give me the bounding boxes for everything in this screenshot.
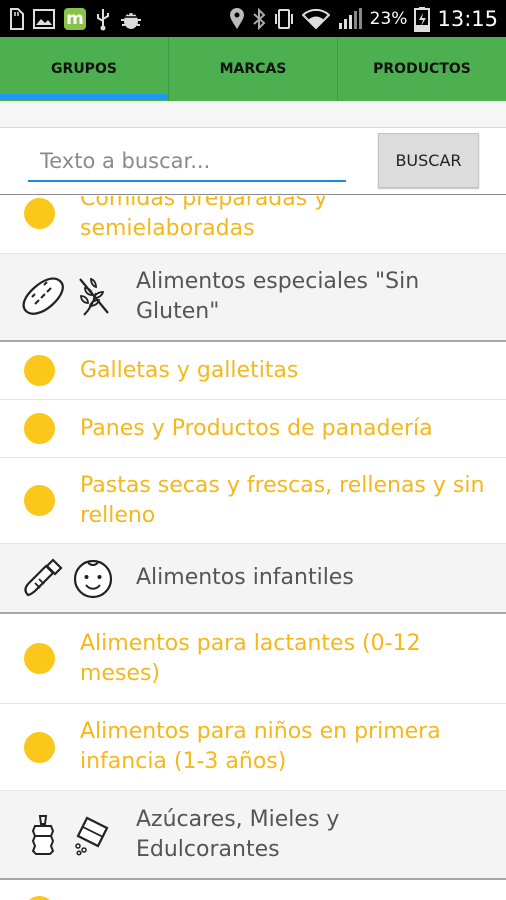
tab-label: GRUPOS <box>51 61 117 77</box>
baby-face-icon <box>73 559 113 599</box>
item-label: Galletas y galletitas <box>80 357 299 383</box>
android-debug-icon <box>121 13 141 29</box>
bullet-dot-icon <box>24 198 55 229</box>
group-label: Alimentos infantiles <box>136 565 354 590</box>
vibrate-icon <box>274 9 293 29</box>
honey-jar-icon <box>31 814 55 855</box>
groups-list[interactable]: Comidas preparadas y semielaboradas Alim… <box>0 196 506 900</box>
sd-card-icon <box>10 8 24 30</box>
tab-label: MARCAS <box>219 61 287 77</box>
group-header[interactable]: Alimentos infantiles <box>0 544 506 614</box>
tab-grupos[interactable]: GRUPOS <box>0 37 168 101</box>
bullet-dot-icon <box>24 896 55 900</box>
battery-percent: 23% <box>369 9 408 29</box>
notification-icons: m <box>8 4 142 34</box>
bullet-dot-icon <box>24 731 55 763</box>
usb-icon <box>97 9 109 31</box>
list-item[interactable]: Alimentos para lactantes (0-12 meses) <box>0 614 506 704</box>
group-icons <box>20 275 116 319</box>
bullet-dot-icon <box>24 485 55 516</box>
image-icon <box>33 9 55 29</box>
bullet-dot-icon <box>24 643 55 674</box>
search-area: BUSCAR <box>0 127 506 195</box>
list-item[interactable]: Comidas preparadas y semielaboradas <box>0 196 506 254</box>
tab-label: PRODUCTOS <box>373 61 471 77</box>
tab-bar-divider <box>0 101 506 127</box>
baby-bottle-icon <box>24 558 63 597</box>
tab-productos[interactable]: PRODUCTOS <box>337 37 506 101</box>
signal-icon <box>338 8 362 29</box>
status-bar: m 23% 13:15 <box>0 0 506 37</box>
clock: 13:15 <box>437 7 498 31</box>
search-button[interactable]: BUSCAR <box>378 133 479 188</box>
location-icon <box>229 8 244 29</box>
bullet-dot-icon <box>24 355 55 386</box>
bullet-dot-icon <box>24 413 55 444</box>
group-icons <box>20 555 116 601</box>
selected-tab-indicator <box>0 94 168 100</box>
item-label: Comidas preparadas y semielaboradas <box>80 196 328 241</box>
item-label: Alimentos para niños en primera infancia… <box>80 719 441 774</box>
wheat-crossed-icon <box>79 277 109 316</box>
item-label: Alimentos para lactantes (0-12 meses) <box>80 630 421 686</box>
bluetooth-icon <box>253 8 266 30</box>
group-icons <box>20 812 116 858</box>
list-item[interactable] <box>0 880 506 900</box>
list-item[interactable]: Panes y Productos de panadería <box>0 400 506 458</box>
tab-marcas[interactable]: MARCAS <box>168 37 337 101</box>
system-icons: 23% 13:15 <box>229 4 498 34</box>
sugar-packet-icon <box>75 816 109 856</box>
wifi-icon <box>301 8 330 30</box>
group-label: Azúcares, Mieles y Edulcorantes <box>136 806 340 862</box>
search-input[interactable] <box>28 142 346 182</box>
item-label: Panes y Productos de panadería <box>80 415 433 441</box>
group-header[interactable]: Alimentos especiales "Sin Gluten" <box>0 254 506 342</box>
list-item[interactable]: Pastas secas y frescas, rellenas y sin r… <box>0 458 506 544</box>
list-item[interactable]: Alimentos para niños en primera infancia… <box>0 704 506 791</box>
group-label: Alimentos especiales "Sin Gluten" <box>136 269 420 324</box>
app-m-icon: m <box>64 8 86 30</box>
item-label: Pastas secas y frescas, rellenas y sin r… <box>80 472 485 528</box>
group-header[interactable]: Azúcares, Mieles y Edulcorantes <box>0 791 506 880</box>
tab-bar: GRUPOS MARCAS PRODUCTOS <box>0 37 506 101</box>
bread-icon <box>22 277 64 315</box>
battery-charging-icon <box>414 7 431 32</box>
list-item[interactable]: Galletas y galletitas <box>0 342 506 400</box>
